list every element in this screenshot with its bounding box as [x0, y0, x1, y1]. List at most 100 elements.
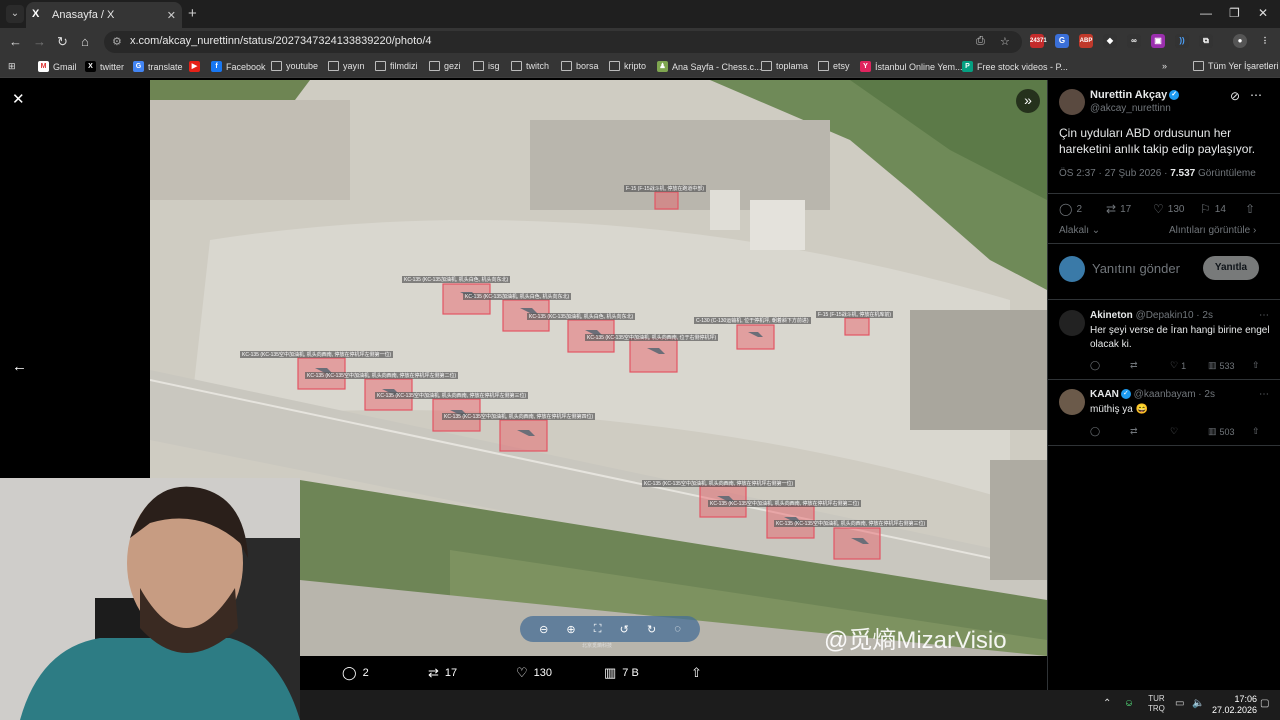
views-button[interactable]: ▥ 7 B [604, 665, 639, 681]
bookmark-translate[interactable]: Gtranslate [133, 61, 183, 72]
tray-overflow-icon[interactable]: ⌃ [1103, 698, 1111, 709]
close-tab-icon[interactable]: ✕ [167, 9, 176, 22]
bookmark-youtube-icon[interactable]: ▶ [189, 61, 204, 72]
author-handle[interactable]: @akcay_nurettinn [1090, 103, 1171, 114]
bookmark-twitter[interactable]: Xtwitter [85, 61, 124, 72]
more-options-icon[interactable]: ⋯ [1259, 310, 1269, 321]
bookmark-facebook[interactable]: f Facebook [211, 61, 266, 72]
bookmark-folder-filmdizi[interactable]: filmdizi [375, 61, 418, 71]
views-button[interactable]: ▥ 503 [1208, 426, 1235, 437]
all-bookmarks[interactable]: Tüm Yer İşaretleri [1193, 61, 1279, 71]
install-app-icon[interactable]: ⎙ [976, 35, 985, 48]
zoom-out-icon[interactable]: ⊖ [539, 623, 548, 636]
share-icon[interactable]: ⇧ [1252, 360, 1260, 371]
reply-author[interactable]: KAAN ✓ @kaanbayam · 2s [1090, 389, 1215, 400]
bookmark-folder-yayin[interactable]: yayın [328, 61, 365, 71]
like-button[interactable]: ♡ 1 [1170, 360, 1186, 371]
site-info-icon[interactable]: ⚙ [112, 35, 122, 48]
reply-item[interactable]: Akineton @Depakin10 · 2s ⋯ Her şeyi vers… [1048, 310, 1280, 380]
apps-grid-icon[interactable]: ⊞ [8, 61, 16, 72]
sort-dropdown[interactable]: Alakalı ⌄ [1059, 225, 1100, 236]
browser-menu-icon[interactable]: ⋮ [1258, 34, 1272, 48]
repost-icon[interactable]: ⇄ [1130, 360, 1138, 371]
more-bookmarks-icon[interactable]: » [1162, 61, 1167, 71]
glasses-extension-icon[interactable]: ∞ [1127, 34, 1141, 48]
zoom-in-icon[interactable]: ⊕ [566, 623, 575, 636]
fit-screen-icon[interactable]: ⛶ [594, 623, 602, 636]
reply-icon[interactable]: ◯ [1090, 360, 1100, 371]
repost-icon: ⇄ [1106, 202, 1117, 216]
microphone-icon[interactable]: ⎉ [1125, 698, 1133, 709]
bookmark-gmail[interactable]: M Gmail [38, 61, 77, 72]
extension-icon[interactable]: ◆ [1103, 34, 1117, 48]
rotate-left-icon[interactable]: ↺ [620, 623, 629, 636]
close-window-icon[interactable]: ✕ [1258, 6, 1268, 20]
reply-submit-button[interactable]: Yanıtla [1203, 256, 1259, 280]
bookmark-folder-etsy[interactable]: etsy [818, 61, 850, 71]
home-icon[interactable]: ⌂ [81, 34, 89, 49]
system-clock[interactable]: 17:06 27.02.2026 [1212, 694, 1257, 716]
author-name[interactable]: Nurettin Akçay ✓ [1090, 89, 1180, 101]
rotate-right-icon[interactable]: ↻ [647, 623, 656, 636]
like-button[interactable]: ♡ 130 [516, 665, 552, 681]
back-icon[interactable]: ← [9, 34, 22, 49]
repost-icon[interactable]: ⇄ [1130, 426, 1138, 437]
bookmark-folder-twitch[interactable]: twitch [511, 61, 549, 71]
expand-sidebar-icon[interactable]: » [1016, 89, 1040, 113]
like-button[interactable]: ♡ [1170, 426, 1181, 437]
url-bar[interactable]: ⚙ x.com/akcay_nurettinn/status/202734732… [104, 31, 1022, 53]
like-stat[interactable]: ♡ 130 [1153, 202, 1184, 216]
bookmark-folder-youtube[interactable]: youtube [271, 61, 318, 71]
grok-icon[interactable]: ⊘ [1230, 89, 1240, 103]
language-indicator[interactable]: TUR TRQ [1148, 694, 1165, 714]
bookmark-folder-gezi[interactable]: gezi [429, 61, 461, 71]
bookmark-stat[interactable]: ⚐ 14 [1200, 202, 1226, 216]
bookmark-folder-isg[interactable]: isg [473, 61, 500, 71]
bookmark-folder-toplama[interactable]: toplama [761, 61, 808, 71]
tab-search-button[interactable]: ⌄ [6, 5, 24, 23]
reply-button[interactable]: ◯ 2 [342, 665, 369, 681]
reply-icon[interactable]: ◯ [1090, 426, 1100, 437]
reply-stat[interactable]: ◯ 2 [1059, 202, 1082, 216]
notifications-icon[interactable]: ▢ [1260, 698, 1269, 709]
profile-avatar-icon[interactable]: ● [1233, 34, 1247, 48]
network-icon[interactable]: ▭ [1175, 698, 1184, 709]
volume-icon[interactable]: 🔈 [1192, 698, 1204, 709]
views-button[interactable]: ▥ 533 [1208, 360, 1235, 371]
repost-button[interactable]: ⇄ 17 [428, 665, 457, 681]
new-tab-button[interactable]: + [188, 5, 197, 22]
reply-item[interactable]: KAAN ✓ @kaanbayam · 2s ⋯ müthiş ya 😄 ◯ ⇄ … [1048, 389, 1280, 445]
reset-icon[interactable]: ◌ [674, 623, 681, 635]
puzzle-extensions-icon[interactable]: ⧉ [1199, 34, 1213, 48]
bookmark-folder-kripto[interactable]: kripto [609, 61, 646, 71]
translate-extension-icon[interactable]: G [1055, 34, 1069, 48]
audio-extension-icon[interactable]: )) [1175, 34, 1189, 48]
reload-icon[interactable]: ↻ [57, 34, 68, 50]
reply-avatar[interactable] [1059, 310, 1085, 336]
previous-photo-icon[interactable]: ← [12, 358, 27, 375]
reply-input[interactable]: Yanıtını gönder [1092, 261, 1180, 276]
minimize-icon[interactable]: — [1200, 6, 1212, 20]
more-options-icon[interactable]: ⋯ [1259, 389, 1269, 400]
share-button[interactable]: ⇧ [691, 665, 702, 681]
repost-stat[interactable]: ⇄ 17 [1106, 202, 1131, 216]
bookmark-yemek[interactable]: Y İstanbul Online Yem... [860, 61, 963, 72]
share-stat[interactable]: ⇧ [1245, 202, 1255, 216]
bookmark-pexels[interactable]: P Free stock videos - P... [962, 61, 1068, 72]
browser-tab[interactable]: X Anasayfa / X ✕ [26, 2, 182, 28]
reply-avatar[interactable] [1059, 389, 1085, 415]
restore-icon[interactable]: ❐ [1229, 6, 1240, 20]
forward-icon[interactable]: → [33, 34, 46, 49]
bookmark-star-icon[interactable]: ☆ [1000, 35, 1010, 48]
avatar[interactable] [1059, 89, 1085, 115]
reply-author[interactable]: Akineton @Depakin10 · 2s [1090, 310, 1213, 321]
adblock-extension-icon[interactable]: ABP [1079, 34, 1093, 48]
close-icon[interactable]: ✕ [12, 90, 25, 108]
more-options-icon[interactable]: ⋯ [1250, 88, 1262, 102]
view-quotes-link[interactable]: Alıntıları görüntüle › [1169, 225, 1256, 236]
bookmark-chess[interactable]: ♟ Ana Sayfa - Chess.c... [657, 61, 762, 72]
twitch-extension-icon[interactable]: ▣ [1151, 34, 1165, 48]
bookmark-folder-borsa[interactable]: borsa [561, 61, 599, 71]
share-icon[interactable]: ⇧ [1252, 426, 1260, 437]
extension-badge-icon[interactable]: 24371 [1030, 34, 1047, 48]
